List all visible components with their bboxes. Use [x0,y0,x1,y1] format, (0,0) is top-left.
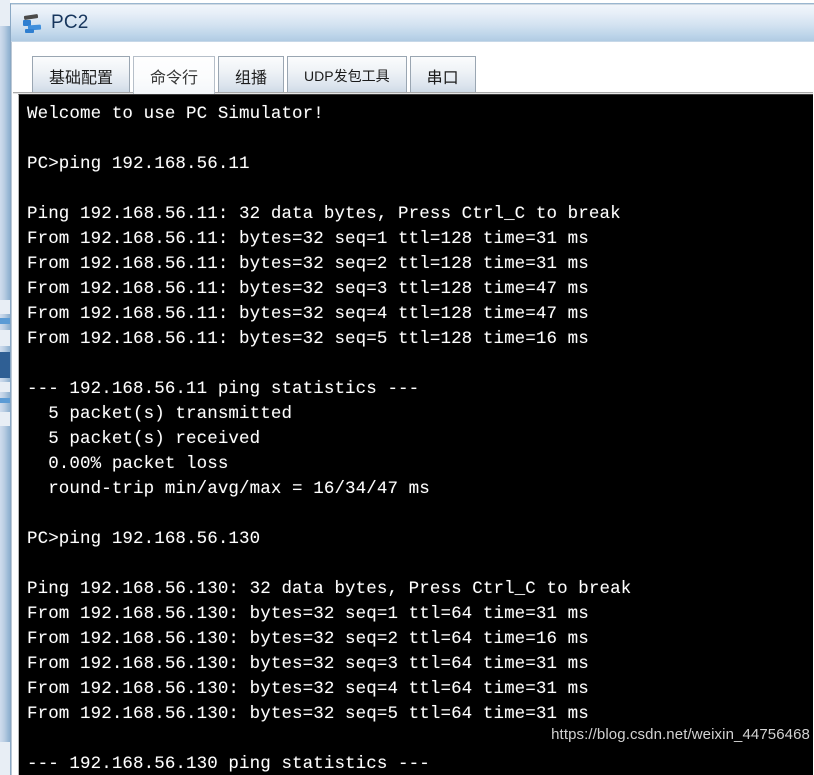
pc-device-icon [22,12,44,34]
terminal-line: 5 packet(s) transmitted [27,404,293,424]
tab-label: 命令行 [150,69,199,87]
terminal-line: From 192.168.56.11: bytes=32 seq=3 ttl=1… [27,279,589,299]
terminal-line: Ping 192.168.56.11: 32 data bytes, Press… [27,204,621,224]
background-window-rows [0,0,10,775]
terminal-line: From 192.168.56.130: bytes=32 seq=4 ttl=… [27,679,589,699]
pc2-window: PC2 基础配置 命令行 组播 UDP发包工具 串口 Welcome to us… [10,3,814,775]
terminal-line: PC>ping 192.168.56.130 [27,529,261,549]
tab-label: 基础配置 [49,69,114,87]
window-body: 基础配置 命令行 组播 UDP发包工具 串口 Welcome to use PC… [11,42,814,775]
terminal-line: PC>ping 192.168.56.11 [27,154,250,174]
terminal-line: From 192.168.56.11: bytes=32 seq=4 ttl=1… [27,304,589,324]
terminal-line: From 192.168.56.130: bytes=32 seq=5 ttl=… [27,704,589,724]
terminal-line: Welcome to use PC Simulator! [27,104,324,124]
terminal-line: From 192.168.56.11: bytes=32 seq=1 ttl=1… [27,229,589,249]
terminal-area: Welcome to use PC Simulator! PC>ping 192… [13,94,813,775]
csdn-watermark: https://blog.csdn.net/weixin_44756468 [551,726,810,743]
terminal-console[interactable]: Welcome to use PC Simulator! PC>ping 192… [18,94,813,775]
terminal-line: --- 192.168.56.130 ping statistics --- [27,754,430,774]
tab-label: 组播 [235,69,268,87]
terminal-line: From 192.168.56.130: bytes=32 seq=2 ttl=… [27,629,589,649]
tab-basic-config[interactable]: 基础配置 [32,56,131,94]
tab-udp-packet-tool[interactable]: UDP发包工具 [287,56,407,94]
terminal-line: 0.00% packet loss [27,454,229,474]
terminal-line: 5 packet(s) received [27,429,261,449]
terminal-output: Welcome to use PC Simulator! PC>ping 192… [19,95,813,775]
screenshot-root: PC2 基础配置 命令行 组播 UDP发包工具 串口 Welcome to us… [0,0,814,775]
terminal-line: Ping 192.168.56.130: 32 data bytes, Pres… [27,579,632,599]
background-window-strip [0,0,10,775]
tab-bar: 基础配置 命令行 组播 UDP发包工具 串口 [13,42,813,94]
tab-command-line[interactable]: 命令行 [133,56,216,94]
window-titlebar[interactable]: PC2 [11,4,814,42]
terminal-line: From 192.168.56.11: bytes=32 seq=5 ttl=1… [27,329,589,349]
tab-serial-port[interactable]: 串口 [409,56,476,94]
tab-multicast[interactable]: 组播 [218,56,285,94]
terminal-line: From 192.168.56.11: bytes=32 seq=2 ttl=1… [27,254,589,274]
terminal-line: From 192.168.56.130: bytes=32 seq=1 ttl=… [27,604,589,624]
window-title: PC2 [51,12,89,33]
terminal-line: From 192.168.56.130: bytes=32 seq=3 ttl=… [27,654,589,674]
tab-label: UDP发包工具 [304,67,390,84]
terminal-line: round-trip min/avg/max = 16/34/47 ms [27,479,430,499]
terminal-line: --- 192.168.56.11 ping statistics --- [27,379,420,399]
tab-label: 串口 [426,69,459,87]
